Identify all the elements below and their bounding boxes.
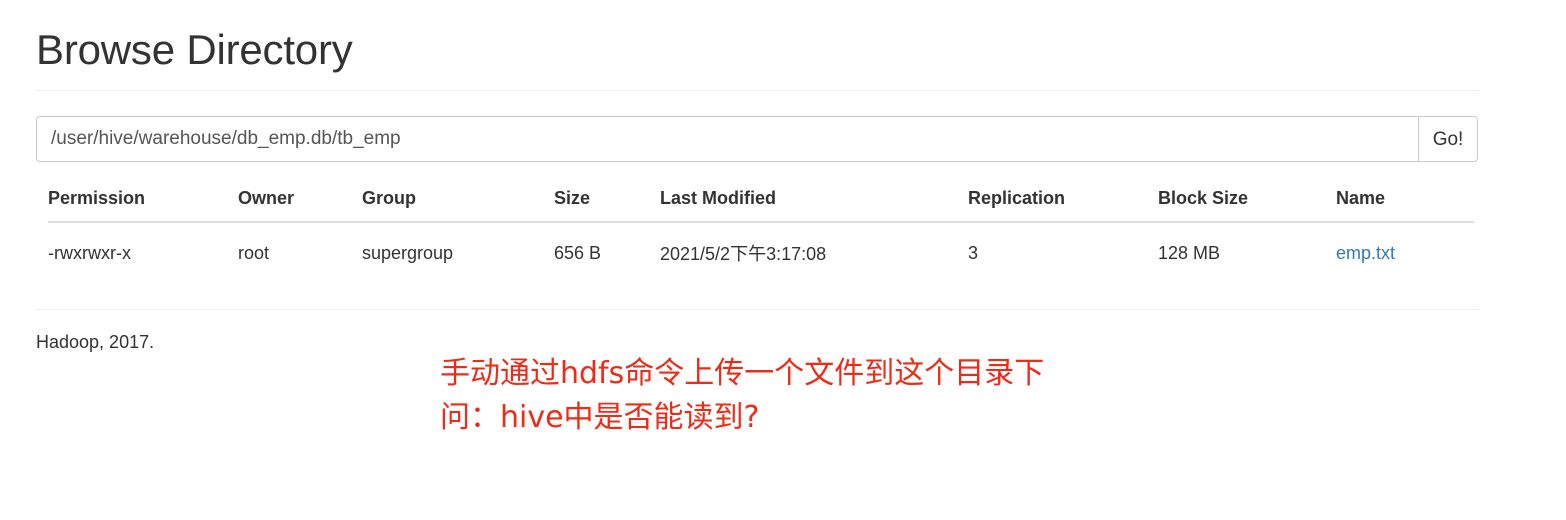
column-header-last-modified[interactable]: Last Modified [660,180,968,224]
page-title: Browse Directory [36,26,353,73]
cell-name: emp.txt [1336,222,1474,281]
cell-permission: -rwxrwxr-x [48,242,131,263]
cell-size: 656 B [554,242,602,263]
annotation-overlay: 手动通过hdfs命令上传一个文件到这个目录下 问：hive中是否能读到? [440,352,1044,440]
cell-replication: 3 [968,242,979,263]
column-header-block-size[interactable]: Block Size [1158,180,1336,224]
cell-group: supergroup [362,242,454,263]
file-table-wrap: Permission Owner Group Size Last Modifie… [36,180,1478,281]
table-header-row: Permission Owner Group Size Last Modifie… [48,180,1474,224]
path-input-group: Go! [36,116,1478,163]
column-header-replication[interactable]: Replication [968,180,1158,224]
cell-block-size: 128 MB [1158,242,1221,263]
column-header-permission[interactable]: Permission [48,180,238,224]
cell-owner: root [238,242,270,263]
column-header-name[interactable]: Name [1336,180,1474,224]
file-link-emp-txt[interactable]: emp.txt [1336,243,1395,263]
path-input[interactable] [36,116,1418,163]
table-row: -rwxrwxr-x root supergroup 656 B 2021/5/… [48,222,1474,281]
cell-last-modified: 2021/5/2下午3:17:08 [660,244,827,265]
page-header: Browse Directory [36,26,1478,92]
page-container: Browse Directory Go! Permission Owner Gr [36,0,1478,353]
file-table: Permission Owner Group Size Last Modifie… [48,180,1474,281]
annotation-line-2: 问：hive中是否能读到? [440,400,760,435]
footer-text: Hadoop, 2017. [36,332,155,353]
go-button[interactable]: Go! [1418,116,1478,163]
column-header-group[interactable]: Group [362,180,554,224]
column-header-owner[interactable]: Owner [238,180,362,224]
annotation-line-1: 手动通过hdfs命令上传一个文件到这个目录下 [440,356,1045,391]
column-header-size[interactable]: Size [554,180,660,224]
footer-divider [36,309,1478,311]
